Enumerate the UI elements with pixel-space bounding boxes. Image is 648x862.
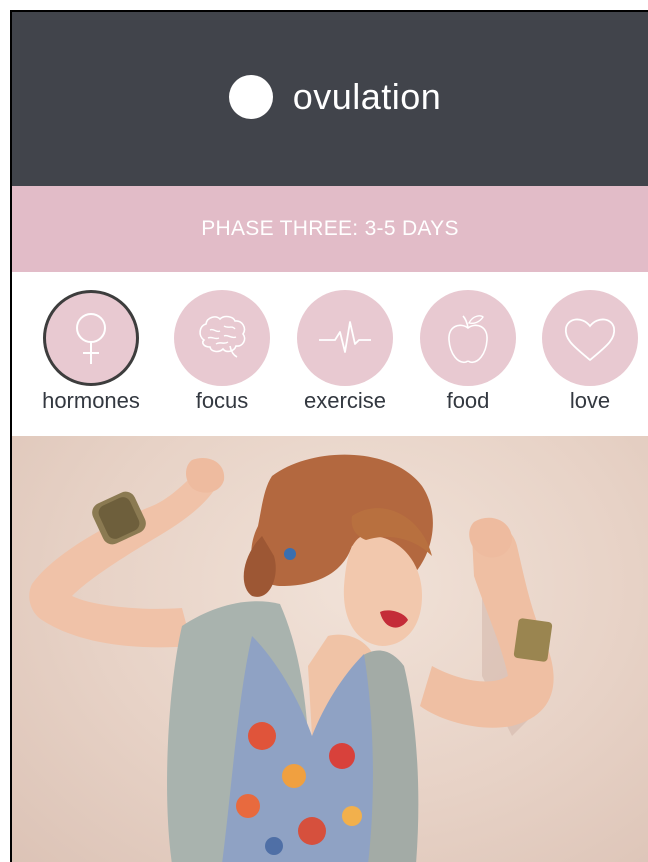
category-label: focus <box>195 388 249 413</box>
page-title: ovulation <box>292 76 442 117</box>
category-label: food <box>446 388 490 413</box>
heart-icon <box>564 318 616 362</box>
category-love[interactable]: love <box>525 290 648 414</box>
category-label: love <box>569 388 611 413</box>
brain-icon <box>199 315 246 358</box>
category-label: hormones <box>42 388 140 413</box>
phase-label: PHASE THREE: 3-5 DAYS <box>201 217 459 240</box>
phase-dot-icon <box>228 75 273 119</box>
food-icon-circle[interactable] <box>420 290 516 386</box>
apple-icon <box>448 315 488 364</box>
category-food[interactable]: food <box>403 290 533 414</box>
category-focus[interactable]: focus <box>157 290 287 414</box>
category-nav: hormones focus exercise food love <box>12 272 648 436</box>
focus-icon-circle[interactable] <box>174 290 270 386</box>
exercise-icon-circle[interactable] <box>297 290 393 386</box>
category-label: exercise <box>304 388 386 413</box>
heartbeat-icon <box>319 321 371 353</box>
header-title-group: ovulation <box>228 75 442 119</box>
category-hormones[interactable]: hormones <box>26 290 156 414</box>
phase-banner: PHASE THREE: 3-5 DAYS <box>12 186 648 272</box>
hormones-icon-circle[interactable] <box>43 290 139 386</box>
app-screen: ovulation PHASE THREE: 3-5 DAYS hormones <box>10 10 648 862</box>
female-symbol-icon <box>76 313 106 364</box>
woman-flexing-photo <box>29 454 554 862</box>
category-exercise[interactable]: exercise <box>280 290 410 414</box>
hero-photo <box>12 436 648 862</box>
love-icon-circle[interactable] <box>542 290 638 386</box>
header: ovulation <box>12 12 648 186</box>
